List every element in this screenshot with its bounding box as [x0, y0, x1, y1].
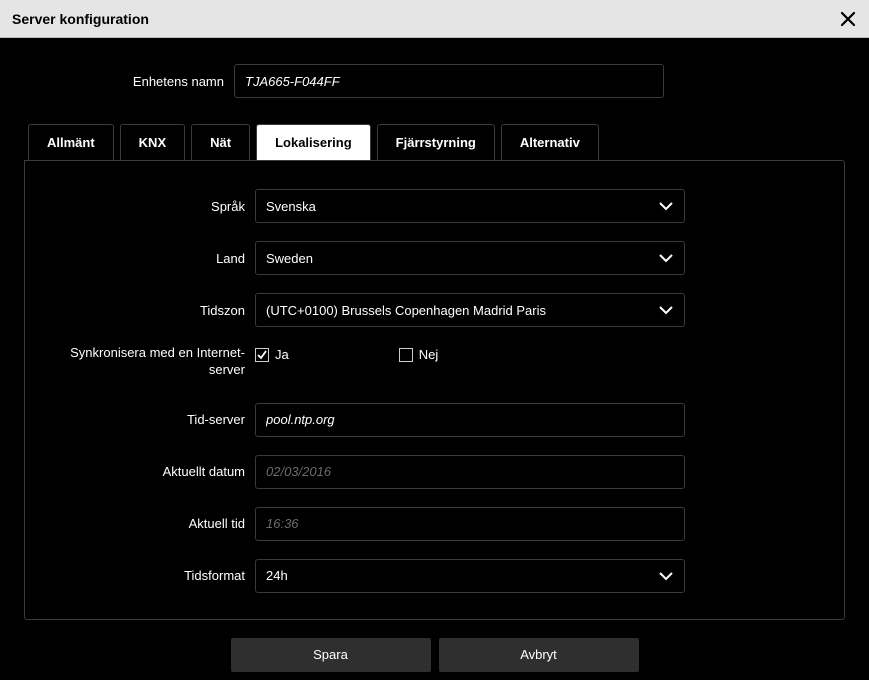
timeformat-label: Tidsformat — [45, 568, 255, 583]
sync-option-yes[interactable]: Ja — [255, 347, 289, 362]
language-select[interactable]: Svenska — [255, 189, 685, 223]
time-input — [255, 507, 685, 541]
date-row: Aktuellt datum — [45, 455, 824, 489]
close-icon[interactable] — [839, 10, 857, 28]
tab-remote[interactable]: Fjärrstyrning — [377, 124, 495, 160]
time-label: Aktuell tid — [45, 516, 255, 531]
titlebar: Server konfiguration — [0, 0, 869, 38]
tab-localization[interactable]: Lokalisering — [256, 124, 371, 160]
timeformat-row: Tidsformat 24h — [45, 559, 824, 593]
chevron-down-icon — [658, 571, 674, 581]
checkbox-unchecked-icon — [399, 348, 413, 362]
tabs: Allmänt KNX Nät Lokalisering Fjärrstyrni… — [28, 124, 845, 160]
tab-alternative[interactable]: Alternativ — [501, 124, 599, 160]
sync-yes-label: Ja — [275, 347, 289, 362]
timeserver-row: Tid-server — [45, 403, 824, 437]
tab-knx[interactable]: KNX — [120, 124, 185, 160]
sync-row: Synkronisera med en Internet-server Ja N… — [45, 345, 824, 379]
language-label: Språk — [45, 199, 255, 214]
dialog-title: Server konfiguration — [12, 11, 149, 27]
buttons-row: Spara Avbryt — [24, 620, 845, 672]
country-row: Land Sweden — [45, 241, 824, 275]
timezone-value: (UTC+0100) Brussels Copenhagen Madrid Pa… — [266, 303, 546, 318]
chevron-down-icon — [658, 253, 674, 263]
chevron-down-icon — [658, 305, 674, 315]
timeserver-label: Tid-server — [45, 412, 255, 427]
time-row: Aktuell tid — [45, 507, 824, 541]
server-konfiguration-dialog: Server konfiguration Enhetens namn Allmä… — [0, 0, 869, 665]
timezone-select[interactable]: (UTC+0100) Brussels Copenhagen Madrid Pa… — [255, 293, 685, 327]
tab-panel-localization: Språk Svenska Land Sweden — [24, 160, 845, 620]
checkbox-checked-icon — [255, 348, 269, 362]
sync-option-no[interactable]: Nej — [399, 347, 439, 362]
country-value: Sweden — [266, 251, 313, 266]
device-name-input[interactable] — [234, 64, 664, 98]
device-name-label: Enhetens namn — [24, 74, 234, 89]
chevron-down-icon — [658, 201, 674, 211]
cancel-button[interactable]: Avbryt — [439, 638, 639, 672]
language-row: Språk Svenska — [45, 189, 824, 223]
dialog-body: Enhetens namn Allmänt KNX Nät Lokaliseri… — [0, 38, 869, 680]
tab-net[interactable]: Nät — [191, 124, 250, 160]
sync-no-label: Nej — [419, 347, 439, 362]
tab-general[interactable]: Allmänt — [28, 124, 114, 160]
language-value: Svenska — [266, 199, 316, 214]
save-button[interactable]: Spara — [231, 638, 431, 672]
date-input — [255, 455, 685, 489]
timezone-label: Tidszon — [45, 303, 255, 318]
timezone-row: Tidszon (UTC+0100) Brussels Copenhagen M… — [45, 293, 824, 327]
device-name-row: Enhetens namn — [24, 64, 845, 98]
timeformat-select[interactable]: 24h — [255, 559, 685, 593]
timeserver-input[interactable] — [255, 403, 685, 437]
country-select[interactable]: Sweden — [255, 241, 685, 275]
date-label: Aktuellt datum — [45, 464, 255, 479]
sync-label: Synkronisera med en Internet-server — [45, 345, 255, 379]
country-label: Land — [45, 251, 255, 266]
timeformat-value: 24h — [266, 568, 288, 583]
